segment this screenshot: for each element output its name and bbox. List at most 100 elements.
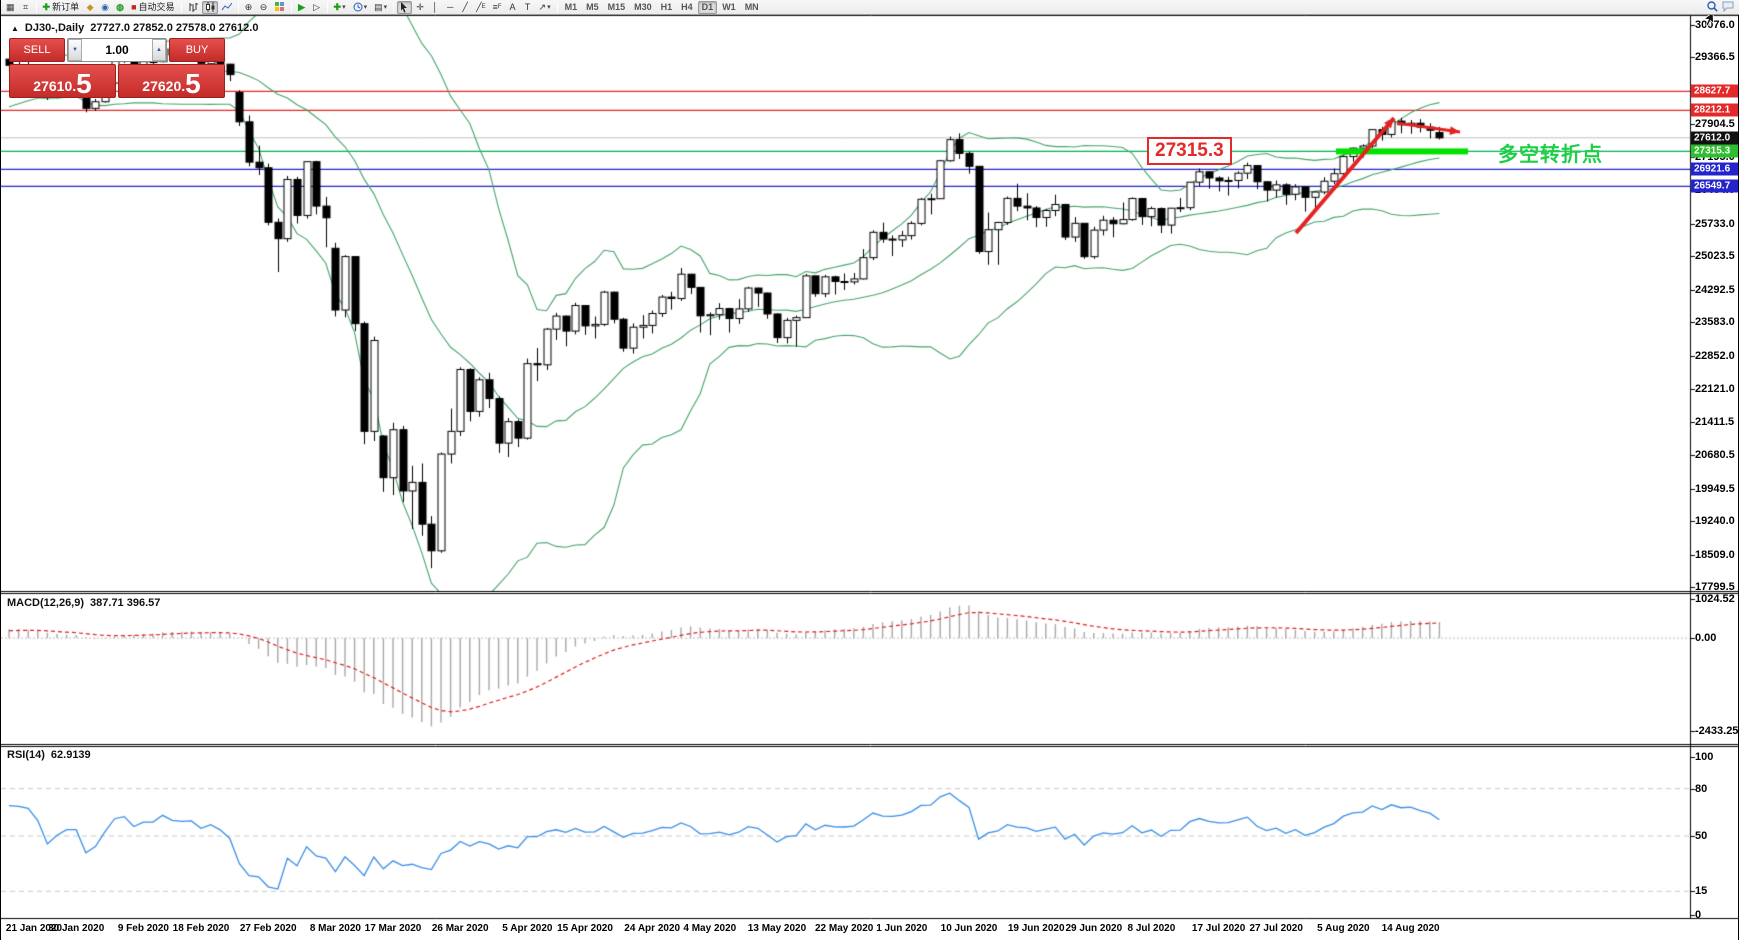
text-label-tool-icon[interactable]: T: [521, 1, 535, 14]
indicators-button[interactable]: ✚▾: [331, 1, 349, 14]
tile-windows-icon[interactable]: [272, 1, 288, 14]
date-label: 27 Jul 2020: [1241, 923, 1311, 934]
fibonacci-tool-icon[interactable]: ≡F: [490, 1, 505, 14]
toolbar-separator: [393, 2, 394, 13]
volume-decrease-button[interactable]: ▼: [68, 39, 82, 61]
price-badge: 28627.7: [1691, 85, 1738, 98]
ohlc-values: 27727.0 27852.0 27578.0 27612.0: [90, 22, 258, 34]
price-badge: 26921.6: [1691, 163, 1738, 176]
candlestick-chart-icon[interactable]: [202, 1, 218, 14]
date-label: 10 Jun 2020: [934, 923, 1004, 934]
search-icon[interactable]: [1707, 1, 1718, 14]
auto-scroll-icon[interactable]: ▶: [295, 1, 309, 14]
price-badge: 27612.0: [1691, 131, 1738, 144]
pivot-price-label[interactable]: 27315.3: [1147, 137, 1232, 165]
price-tick: 29366.5: [1695, 51, 1735, 63]
timeframe-mn[interactable]: MN: [741, 1, 763, 14]
timeframe-m1[interactable]: M1: [561, 1, 582, 14]
date-label: 27 Feb 2020: [233, 923, 303, 934]
toolbar-separator: [181, 2, 182, 13]
price-tick: 19949.5: [1695, 483, 1735, 495]
periods-button[interactable]: ▾: [350, 1, 371, 14]
toolbar-separator: [291, 2, 292, 13]
rsi-tick: 15: [1695, 885, 1707, 897]
rsi-value: 62.9139: [51, 749, 91, 761]
timeframe-h4[interactable]: H4: [677, 1, 697, 14]
channel-tool-icon[interactable]: ╱E: [473, 1, 488, 14]
bar-chart-icon[interactable]: [185, 1, 201, 14]
buy-price-main: 27620.: [142, 79, 185, 95]
date-label: 14 Aug 2020: [1376, 923, 1446, 934]
date-label: 15 Apr 2020: [550, 923, 620, 934]
macd-tick: -2433.25: [1695, 725, 1738, 737]
timeframe-m15[interactable]: M15: [604, 1, 630, 14]
date-label: 5 Aug 2020: [1308, 923, 1378, 934]
buy-price[interactable]: 27620. 5: [118, 64, 225, 98]
chart-shift-icon[interactable]: ▷: [310, 1, 324, 14]
market-watch-icon[interactable]: ▦: [3, 1, 18, 14]
horizontal-line-tool-icon[interactable]: ─: [443, 1, 457, 14]
timeframe-h1[interactable]: H1: [657, 1, 677, 14]
macd-values: 387.71 396.57: [90, 597, 160, 609]
date-label: 30 Jan 2020: [41, 923, 111, 934]
symbol-period-label: DJ30-,Daily: [25, 22, 84, 34]
one-click-trading-panel: SELL ▼ 1.00 ▲ BUY 27610. 5 27620. 5: [9, 38, 225, 100]
timeframe-w1[interactable]: W1: [718, 1, 740, 14]
toolbar-separator: [238, 2, 239, 13]
new-order-icon: ✚: [43, 3, 51, 12]
price-tick: 24292.5: [1695, 284, 1735, 296]
price-tick: 20680.5: [1695, 449, 1735, 461]
timeframe-m5[interactable]: M5: [582, 1, 603, 14]
data-window-icon[interactable]: ⌗: [19, 1, 33, 14]
buy-price-pips: 5: [185, 73, 201, 95]
sell-button[interactable]: SELL: [9, 38, 65, 62]
price-tick: 22121.0: [1695, 383, 1735, 395]
sell-price[interactable]: 27610. 5: [9, 64, 116, 98]
line-chart-icon[interactable]: [219, 1, 235, 14]
new-order-button[interactable]: ✚ 新订单: [40, 1, 83, 14]
rsi-tick: 100: [1695, 751, 1713, 763]
volume-increase-button[interactable]: ▲: [152, 39, 166, 61]
buy-button[interactable]: BUY: [169, 38, 225, 62]
zoom-in-icon[interactable]: ⊕: [242, 1, 256, 14]
price-tick: 18509.0: [1695, 549, 1735, 561]
chart-title: ▲ DJ30-,Daily 27727.0 27852.0 27578.0 27…: [11, 22, 258, 34]
macd-tick: 0.00: [1695, 632, 1716, 644]
vertical-line-tool-icon[interactable]: │: [428, 1, 442, 14]
chart-canvas[interactable]: [1, 0, 1739, 940]
macd-tick: 1024.52: [1695, 593, 1735, 605]
collapse-panel-icon[interactable]: ▲: [11, 24, 19, 33]
pivot-annotation-text[interactable]: 多空转折点: [1498, 138, 1603, 167]
crosshair-tool-icon[interactable]: ✛: [413, 1, 427, 14]
price-tick: 23583.0: [1695, 316, 1735, 328]
templates-button[interactable]: ▤▾: [371, 1, 390, 14]
date-label: 1 Jun 2020: [867, 923, 937, 934]
rsi-indicator-label: RSI(14) 62.9139: [7, 749, 91, 761]
price-tick: 21411.5: [1695, 416, 1734, 428]
auto-trading-button[interactable]: ■ 自动交易: [128, 1, 177, 14]
rsi-tick: 50: [1695, 830, 1707, 842]
timeframe-d1[interactable]: D1: [698, 1, 718, 14]
trendline-tool-icon[interactable]: ╱: [458, 1, 472, 14]
macd-indicator-label: MACD(12,26,9) 387.71 396.57: [7, 597, 160, 609]
toolbar-separator: [557, 2, 558, 13]
expert-advisors-icon[interactable]: ◉: [98, 1, 112, 14]
price-badge: 27315.3: [1691, 145, 1738, 158]
text-tool-icon[interactable]: A: [506, 1, 520, 14]
toolbar-separator: [327, 2, 328, 13]
timeframe-m30[interactable]: M30: [630, 1, 656, 14]
sell-price-main: 27610.: [33, 79, 76, 95]
chat-icon[interactable]: [1722, 1, 1734, 14]
price-tick: 22852.0: [1695, 350, 1735, 362]
cursor-tool-icon[interactable]: [397, 1, 412, 14]
arrows-tool-button[interactable]: ↗▾: [536, 1, 554, 14]
toolbar: ▦ ⌗ ✚ 新订单 ◆ ◉ ◍ ■ 自动交易 ⊕ ⊖ ▶ ▷: [1, 0, 1739, 15]
price-tick: 17799.5: [1695, 581, 1735, 593]
volume-input[interactable]: 1.00: [82, 39, 152, 61]
zoom-out-icon[interactable]: ⊖: [257, 1, 271, 14]
styles-icon[interactable]: ◆: [83, 1, 97, 14]
date-label: 26 Mar 2020: [425, 923, 495, 934]
price-tick: 19240.0: [1695, 515, 1735, 527]
signals-icon[interactable]: ◍: [113, 1, 127, 14]
sell-price-pips: 5: [76, 73, 92, 95]
